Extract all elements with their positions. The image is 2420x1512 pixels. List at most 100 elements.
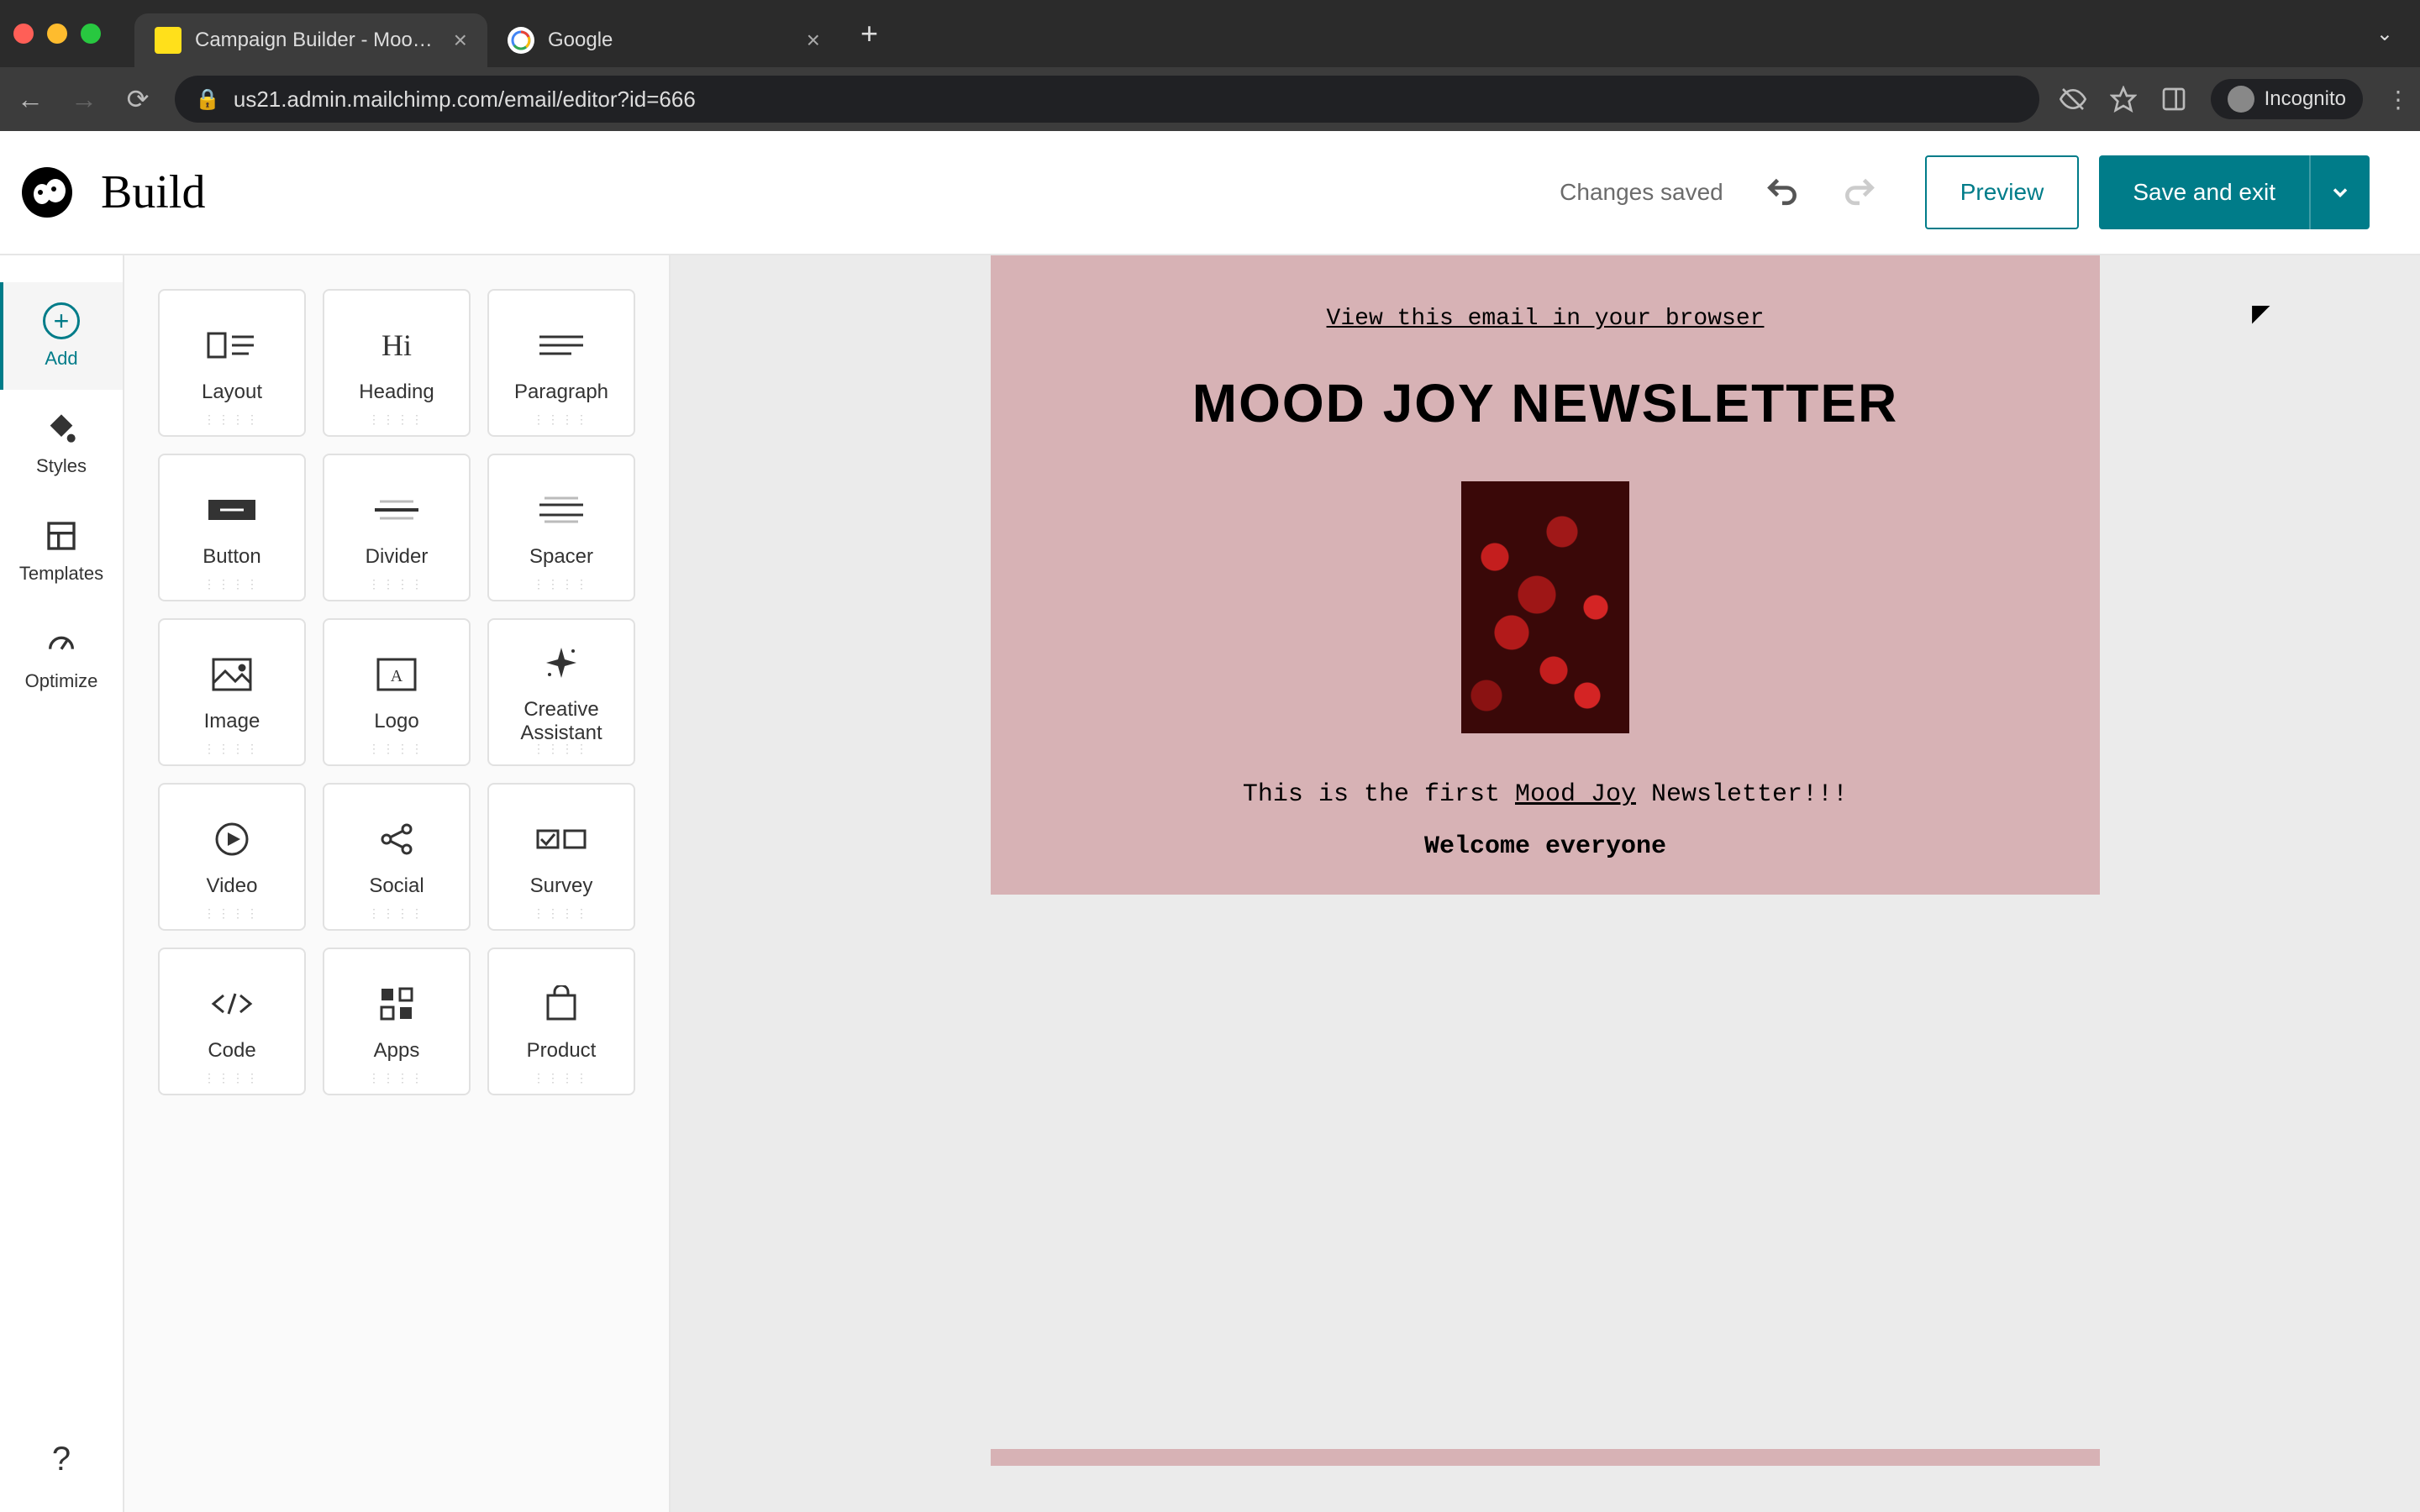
email-canvas[interactable]: View this email in your browser MOOD JOY…: [671, 255, 2420, 1512]
email-section-bottom[interactable]: [991, 1449, 2100, 1466]
help-button[interactable]: ?: [52, 1441, 71, 1478]
block-survey[interactable]: Survey ⋮⋮⋮⋮: [487, 783, 635, 931]
block-divider[interactable]: Divider ⋮⋮⋮⋮: [323, 454, 471, 601]
video-icon: [213, 816, 250, 863]
templates-icon: [43, 517, 80, 554]
divider-icon: [373, 486, 420, 533]
window-close-button[interactable]: [13, 24, 34, 44]
block-apps[interactable]: Apps ⋮⋮⋮⋮: [323, 948, 471, 1095]
block-spacer[interactable]: Spacer ⋮⋮⋮⋮: [487, 454, 635, 601]
share-icon: [378, 816, 415, 863]
grip-icon: ⋮⋮⋮⋮: [368, 1071, 425, 1085]
block-label: Creative Assistant: [520, 698, 602, 744]
grip-icon: ⋮⋮⋮⋮: [533, 1071, 590, 1085]
block-button[interactable]: Button ⋮⋮⋮⋮: [158, 454, 306, 601]
block-social[interactable]: Social ⋮⋮⋮⋮: [323, 783, 471, 931]
rail-label: Templates: [19, 563, 103, 585]
block-label: Logo: [374, 710, 418, 733]
address-bar[interactable]: 🔒 us21.admin.mailchimp.com/email/editor?…: [175, 76, 2039, 123]
rail-optimize[interactable]: Optimize: [0, 605, 123, 712]
preview-button[interactable]: Preview: [1925, 155, 2080, 229]
window-controls: [13, 24, 101, 44]
kebab-menu-icon[interactable]: ⋮: [2386, 86, 2407, 113]
app-header: Build Changes saved Preview Save and exi…: [0, 131, 2420, 255]
apps-icon: [378, 980, 415, 1027]
url-text: us21.admin.mailchimp.com/email/editor?id…: [234, 87, 696, 113]
close-icon[interactable]: ×: [807, 27, 820, 54]
newsletter-line[interactable]: This is the first Mood Joy Newsletter!!!: [1024, 780, 2066, 809]
block-label: Image: [204, 710, 260, 733]
window-fullscreen-button[interactable]: [81, 24, 101, 44]
google-favicon: [508, 27, 534, 54]
incognito-badge[interactable]: Incognito: [2211, 79, 2363, 119]
block-label: Layout: [202, 381, 262, 404]
block-label: Button: [203, 545, 260, 569]
email-section-empty[interactable]: [991, 895, 2100, 1449]
block-product[interactable]: Product ⋮⋮⋮⋮: [487, 948, 635, 1095]
rail-templates[interactable]: Templates: [0, 497, 123, 605]
block-creative-assistant[interactable]: Creative Assistant ⋮⋮⋮⋮: [487, 618, 635, 766]
block-label: Video: [207, 874, 258, 898]
block-video[interactable]: Video ⋮⋮⋮⋮: [158, 783, 306, 931]
block-code[interactable]: Code ⋮⋮⋮⋮: [158, 948, 306, 1095]
spacer-icon: [538, 486, 585, 533]
block-heading[interactable]: Hi Heading ⋮⋮⋮⋮: [323, 289, 471, 437]
welcome-text[interactable]: Welcome everyone: [1024, 832, 2066, 861]
redo-button[interactable]: [1841, 174, 1878, 211]
text-pre: This is the first: [1243, 780, 1515, 809]
email-section-top[interactable]: View this email in your browser MOOD JOY…: [991, 255, 2100, 895]
eye-off-icon[interactable]: [2060, 86, 2086, 113]
rail-add[interactable]: + Add: [0, 282, 123, 390]
paint-icon: [43, 410, 80, 447]
mailchimp-favicon: [155, 27, 182, 54]
sparkle-icon: [543, 639, 580, 686]
save-and-exit-button[interactable]: Save and exit: [2099, 155, 2309, 229]
email-body[interactable]: View this email in your browser MOOD JOY…: [991, 255, 2100, 1512]
block-image[interactable]: Image ⋮⋮⋮⋮: [158, 618, 306, 766]
paragraph-icon: [538, 322, 585, 369]
new-tab-button[interactable]: +: [860, 16, 878, 51]
rail-styles[interactable]: Styles: [0, 390, 123, 497]
reload-button[interactable]: ⟳: [121, 83, 155, 115]
svg-text:A: A: [391, 667, 403, 685]
view-in-browser-link[interactable]: View this email in your browser: [1327, 306, 1765, 332]
panel-icon[interactable]: [2160, 86, 2187, 113]
survey-icon: [536, 816, 587, 863]
mood-joy-link[interactable]: Mood Joy: [1515, 780, 1636, 809]
newsletter-heading[interactable]: MOOD JOY NEWSLETTER: [1024, 372, 2066, 434]
grip-icon: ⋮⋮⋮⋮: [203, 577, 260, 591]
grip-icon: ⋮⋮⋮⋮: [368, 412, 425, 427]
incognito-label: Incognito: [2265, 87, 2346, 111]
chevron-down-icon[interactable]: ⌄: [2376, 22, 2393, 46]
newsletter-image[interactable]: [1461, 481, 1629, 733]
browser-tab-active[interactable]: Campaign Builder - Mood Joy ×: [134, 13, 487, 67]
block-logo[interactable]: A Logo ⋮⋮⋮⋮: [323, 618, 471, 766]
save-dropdown-button[interactable]: [2309, 155, 2370, 229]
close-icon[interactable]: ×: [454, 27, 467, 54]
browser-tabs: Campaign Builder - Mood Joy × Google × +: [134, 0, 878, 67]
star-icon[interactable]: [2110, 86, 2137, 113]
grip-icon: ⋮⋮⋮⋮: [368, 742, 425, 756]
block-paragraph[interactable]: Paragraph ⋮⋮⋮⋮: [487, 289, 635, 437]
browser-toolbar: ← → ⟳ 🔒 us21.admin.mailchimp.com/email/e…: [0, 67, 2420, 131]
back-button[interactable]: ←: [13, 84, 47, 115]
window-minimize-button[interactable]: [47, 24, 67, 44]
forward-button[interactable]: →: [67, 84, 101, 115]
grip-icon: ⋮⋮⋮⋮: [203, 412, 260, 427]
block-label: Heading: [359, 381, 434, 404]
browser-tab[interactable]: Google ×: [487, 13, 840, 67]
main-area: + Add Styles Templates Optimize ?: [0, 255, 2420, 1512]
mailchimp-logo[interactable]: [20, 165, 74, 219]
tab-title: Campaign Builder - Mood Joy: [195, 29, 440, 52]
lock-icon: 🔒: [195, 87, 220, 112]
rail-label: Styles: [36, 455, 87, 477]
left-rail: + Add Styles Templates Optimize ?: [0, 255, 124, 1512]
save-button-group: Save and exit: [2099, 155, 2370, 229]
block-label: Survey: [530, 874, 593, 898]
block-layout[interactable]: Layout ⋮⋮⋮⋮: [158, 289, 306, 437]
blocks-panel: Layout ⋮⋮⋮⋮ Hi Heading ⋮⋮⋮⋮ Paragraph ⋮⋮…: [124, 255, 671, 1512]
rail-label: Optimize: [25, 670, 98, 692]
undo-button[interactable]: [1764, 174, 1801, 211]
block-label: Code: [208, 1039, 255, 1063]
grip-icon: ⋮⋮⋮⋮: [533, 906, 590, 921]
